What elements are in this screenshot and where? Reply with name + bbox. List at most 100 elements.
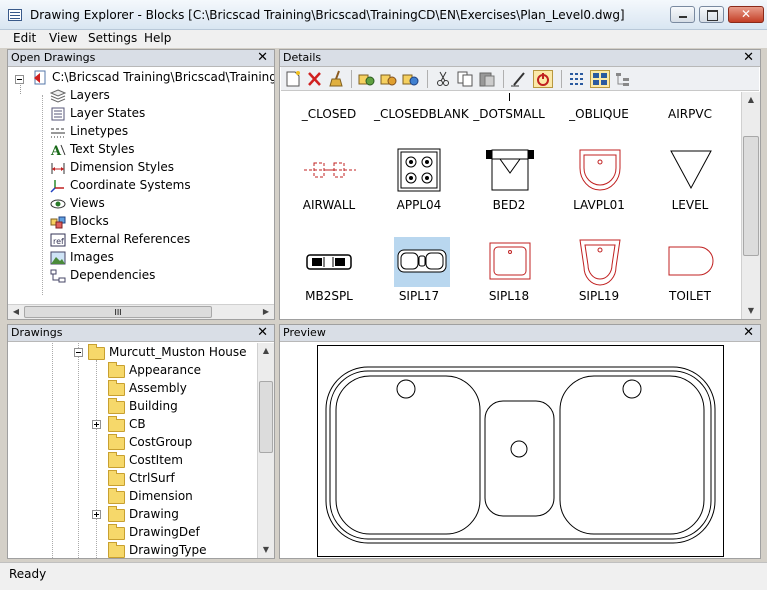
menu-edit[interactable]: Edit	[13, 31, 36, 45]
preview-panel: Preview ✕	[279, 324, 761, 559]
menu-bar: Edit View Settings Help	[0, 30, 767, 48]
lavpl01-thumbnail[interactable]	[572, 146, 628, 196]
tree-item-dimension[interactable]: Dimension	[129, 489, 193, 503]
new-icon[interactable]	[283, 70, 303, 88]
tree-item-drawingtype[interactable]: DrawingType	[129, 543, 206, 557]
thumbnail-view-icon[interactable]	[590, 70, 610, 88]
window-title: Drawing Explorer - Blocks [C:\Bricscad T…	[30, 8, 625, 22]
toilet-thumbnail[interactable]	[663, 237, 719, 287]
scroll-up-icon[interactable]: ▲	[742, 92, 760, 108]
block-label[interactable]: SIPL17	[374, 289, 464, 303]
external-references-icon: ref	[50, 233, 66, 247]
tree-item-cb[interactable]: CB	[129, 417, 146, 431]
app-icon	[8, 9, 22, 21]
block-preview-canvas	[317, 345, 724, 557]
tree-item-costitem[interactable]: CostItem	[129, 453, 183, 467]
attach-icon[interactable]	[379, 70, 399, 88]
list-view-icon[interactable]	[567, 70, 587, 88]
block-label[interactable]: SIPL19	[554, 289, 644, 303]
sipl17-thumbnail[interactable]	[394, 237, 450, 287]
cut-icon[interactable]	[433, 70, 453, 88]
status-bar: Ready	[0, 562, 767, 590]
tree-item-drawingdef[interactable]: DrawingDef	[129, 525, 200, 539]
bed2-thumbnail[interactable]	[482, 146, 538, 196]
scroll-down-icon[interactable]: ▼	[742, 303, 760, 319]
edit-pencil-icon[interactable]	[509, 70, 529, 88]
collapse-icon[interactable]	[15, 75, 24, 84]
drawing-root-label[interactable]: C:\Bricscad Training\Bricscad\TrainingCD…	[52, 70, 274, 84]
airwall-thumbnail[interactable]	[302, 146, 358, 196]
close-icon[interactable]: ✕	[257, 325, 268, 340]
expand-icon[interactable]	[92, 420, 101, 429]
appl04-thumbnail[interactable]	[392, 146, 448, 196]
horizontal-scrollbar[interactable]: ◀ III ▶	[8, 304, 274, 319]
block-label[interactable]: _DOTSMALL	[464, 107, 554, 121]
tree-item-building[interactable]: Building	[129, 399, 178, 413]
scroll-left-icon[interactable]: ◀	[8, 305, 24, 319]
close-icon[interactable]: ✕	[743, 50, 754, 65]
status-text: Ready	[9, 567, 47, 581]
scroll-thumb[interactable]	[259, 381, 273, 453]
copy-icon[interactable]	[455, 70, 475, 88]
delete-icon[interactable]	[305, 70, 325, 88]
tree-item-costgroup[interactable]: CostGroup	[129, 435, 192, 449]
folder-icon	[108, 542, 125, 558]
details-title: Details	[283, 51, 322, 64]
power-icon[interactable]	[533, 70, 553, 88]
close-icon[interactable]: ✕	[743, 325, 754, 340]
text-styles-icon: A	[50, 143, 66, 159]
scroll-thumb[interactable]: III	[24, 306, 212, 318]
block-label[interactable]: AIRPVC	[645, 107, 735, 121]
svg-text:ref: ref	[53, 237, 64, 246]
menu-view[interactable]: View	[49, 31, 77, 45]
scroll-thumb[interactable]	[743, 136, 759, 256]
menu-settings[interactable]: Settings	[88, 31, 137, 45]
block-label[interactable]: LAVPL01	[554, 198, 644, 212]
folder-icon	[108, 434, 125, 450]
close-window-button[interactable]	[728, 6, 764, 23]
purge-icon[interactable]	[327, 70, 347, 88]
sipl19-thumbnail[interactable]	[572, 237, 628, 287]
scroll-down-icon[interactable]: ▼	[258, 542, 274, 558]
collapse-icon[interactable]	[74, 348, 83, 357]
block-label[interactable]: _CLOSEDBLANK	[374, 107, 469, 121]
tree-item-drawing[interactable]: Drawing	[129, 507, 179, 521]
details-vertical-scrollbar[interactable]: ▲ ▼	[741, 92, 760, 319]
paste-icon[interactable]	[477, 70, 497, 88]
open-drawings-panel: Open Drawings ✕ C:\Bricscad Training\Bri…	[7, 49, 275, 320]
folder-icon	[108, 524, 125, 540]
block-label[interactable]: _OBLIQUE	[554, 107, 644, 121]
scroll-up-icon[interactable]: ▲	[258, 343, 274, 359]
tree-item-appearance[interactable]: Appearance	[129, 363, 201, 377]
scroll-right-icon[interactable]: ▶	[258, 305, 274, 319]
insert-block-icon[interactable]	[357, 70, 377, 88]
folder-icon	[108, 470, 125, 486]
minimize-button[interactable]	[670, 6, 695, 23]
open-drawings-tree: C:\Bricscad Training\Bricscad\TrainingCD…	[8, 68, 274, 304]
block-label[interactable]: MB2SPL	[284, 289, 374, 303]
block-label[interactable]: AIRWALL	[284, 198, 374, 212]
drawings-root-label[interactable]: Murcutt_Muston House	[109, 345, 247, 359]
dimension-styles-icon	[50, 161, 66, 175]
maximize-button[interactable]	[699, 6, 724, 23]
preview-header: Preview ✕	[280, 325, 760, 342]
menu-help[interactable]: Help	[144, 31, 171, 45]
close-icon[interactable]: ✕	[257, 50, 268, 65]
block-label[interactable]: APPL04	[374, 198, 464, 212]
level-thumbnail[interactable]	[663, 146, 719, 196]
block-label[interactable]: BED2	[464, 198, 554, 212]
tree-view-icon[interactable]	[613, 70, 633, 88]
drawings-vertical-scrollbar[interactable]: ▲ ▼	[257, 343, 274, 558]
layers-icon	[49, 89, 67, 103]
redefine-icon[interactable]	[401, 70, 421, 88]
block-label[interactable]: _CLOSED	[284, 107, 374, 121]
expand-icon[interactable]	[92, 510, 101, 519]
sipl18-thumbnail[interactable]	[482, 237, 538, 287]
block-label[interactable]: SIPL18	[464, 289, 554, 303]
block-label[interactable]: TOILET	[645, 289, 735, 303]
tree-item-assembly[interactable]: Assembly	[129, 381, 187, 395]
block-label[interactable]: LEVEL	[645, 198, 735, 212]
tree-item-ctrlsurf[interactable]: CtrlSurf	[129, 471, 175, 485]
mb2spl-thumbnail[interactable]	[302, 237, 358, 287]
coordinate-systems-icon	[50, 179, 66, 193]
